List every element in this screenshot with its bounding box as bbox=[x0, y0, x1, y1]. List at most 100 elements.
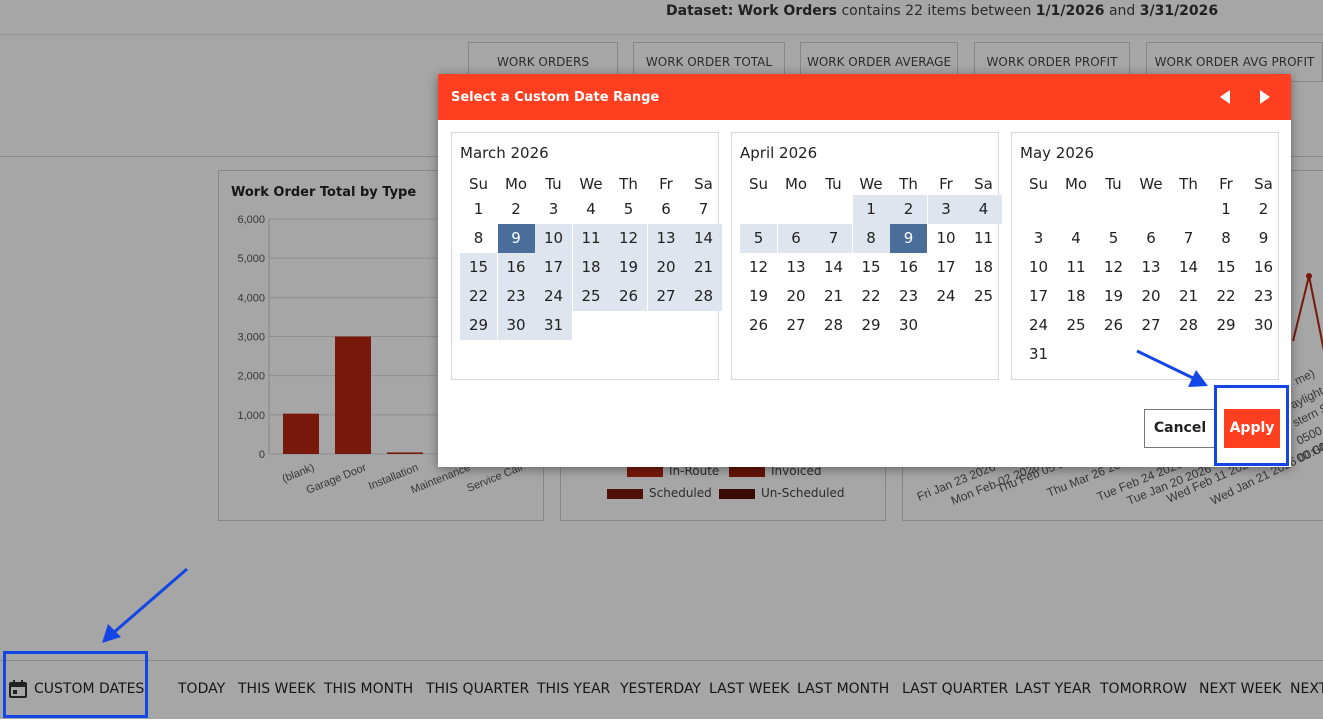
calendar-day[interactable]: 3 bbox=[535, 195, 572, 224]
highlight-apply bbox=[1214, 385, 1289, 466]
calendar-day[interactable]: 26 bbox=[740, 311, 777, 340]
cancel-button[interactable]: Cancel bbox=[1144, 409, 1216, 448]
weekday-header: Th bbox=[899, 175, 918, 193]
calendar-day[interactable]: 23 bbox=[1245, 282, 1282, 311]
calendar-day[interactable]: 22 bbox=[460, 282, 497, 311]
calendar-day[interactable]: 30 bbox=[1245, 311, 1282, 340]
calendar-day[interactable]: 6 bbox=[1133, 224, 1170, 253]
calendar-day[interactable]: 11 bbox=[572, 224, 610, 253]
calendar-day[interactable]: 9 bbox=[890, 224, 927, 253]
calendar-day[interactable]: 25 bbox=[1058, 311, 1095, 340]
calendar-day[interactable]: 10 bbox=[1020, 253, 1057, 282]
calendar-day[interactable]: 17 bbox=[1020, 282, 1057, 311]
calendar-day[interactable]: 9 bbox=[1245, 224, 1282, 253]
calendar-day[interactable]: 5 bbox=[1095, 224, 1132, 253]
calendar-day[interactable]: 22 bbox=[853, 282, 890, 311]
calendar-day[interactable]: 8 bbox=[1208, 224, 1245, 253]
calendar-day[interactable]: 6 bbox=[777, 224, 815, 253]
calendar-day[interactable]: 1 bbox=[460, 195, 497, 224]
calendar-day[interactable]: 24 bbox=[1020, 311, 1057, 340]
calendar-day[interactable]: 15 bbox=[853, 253, 890, 282]
weekday-header: Tu bbox=[825, 175, 842, 193]
calendar-day[interactable]: 22 bbox=[1208, 282, 1245, 311]
highlight-custom-dates bbox=[3, 651, 148, 718]
calendar-day[interactable]: 10 bbox=[928, 224, 965, 253]
calendar-day[interactable]: 19 bbox=[740, 282, 777, 311]
calendar-day[interactable]: 12 bbox=[740, 253, 777, 282]
calendar-day[interactable]: 19 bbox=[1095, 282, 1132, 311]
calendar-day[interactable]: 26 bbox=[1095, 311, 1132, 340]
calendar-day[interactable]: 16 bbox=[890, 253, 927, 282]
calendar-day[interactable]: 30 bbox=[497, 311, 535, 340]
calendar-day[interactable]: 28 bbox=[815, 311, 852, 340]
calendar-day[interactable]: 12 bbox=[1095, 253, 1132, 282]
calendar-day[interactable]: 7 bbox=[685, 195, 722, 224]
calendar-day[interactable]: 10 bbox=[535, 224, 572, 253]
calendar-day[interactable]: 29 bbox=[853, 311, 890, 340]
calendar-day[interactable]: 29 bbox=[1208, 311, 1245, 340]
calendar-day[interactable]: 3 bbox=[927, 195, 965, 224]
calendar-day[interactable]: 18 bbox=[1058, 282, 1095, 311]
weekday-header: Tu bbox=[545, 175, 562, 193]
calendar-day[interactable]: 27 bbox=[1133, 311, 1170, 340]
calendar-day[interactable]: 3 bbox=[1020, 224, 1057, 253]
calendar-day[interactable]: 4 bbox=[1058, 224, 1095, 253]
calendar-day[interactable]: 21 bbox=[685, 253, 722, 282]
calendar-day[interactable]: 31 bbox=[535, 311, 572, 340]
calendar-day[interactable]: 30 bbox=[890, 311, 927, 340]
calendar-day[interactable]: 14 bbox=[815, 253, 852, 282]
calendar-day[interactable]: 18 bbox=[965, 253, 1002, 282]
calendar-day[interactable]: 27 bbox=[647, 282, 685, 311]
calendar-day[interactable]: 5 bbox=[610, 195, 647, 224]
calendar-day[interactable]: 4 bbox=[573, 195, 610, 224]
calendar-day[interactable]: 27 bbox=[778, 311, 815, 340]
calendar-day[interactable]: 26 bbox=[610, 282, 647, 311]
calendar-day[interactable]: 20 bbox=[778, 282, 815, 311]
calendar-day[interactable]: 20 bbox=[647, 253, 685, 282]
calendar-day[interactable]: 15 bbox=[1208, 253, 1245, 282]
calendar-day[interactable]: 1 bbox=[1208, 195, 1245, 224]
calendar-day[interactable]: 8 bbox=[460, 224, 497, 253]
calendar-day[interactable]: 12 bbox=[610, 224, 647, 253]
calendar-day[interactable]: 15 bbox=[460, 253, 497, 282]
calendar-day[interactable]: 6 bbox=[648, 195, 685, 224]
calendar-day[interactable]: 21 bbox=[1170, 282, 1207, 311]
calendar-day[interactable]: 21 bbox=[815, 282, 852, 311]
calendar-day[interactable]: 5 bbox=[740, 224, 777, 253]
calendar-day[interactable]: 28 bbox=[685, 282, 722, 311]
calendar-day[interactable]: 14 bbox=[1170, 253, 1207, 282]
calendar-day[interactable]: 2 bbox=[498, 195, 535, 224]
calendar-day[interactable]: 20 bbox=[1133, 282, 1170, 311]
calendar-day[interactable]: 2 bbox=[1245, 195, 1282, 224]
calendar-day[interactable]: 18 bbox=[572, 253, 610, 282]
calendar-day[interactable]: 25 bbox=[572, 282, 610, 311]
calendar-day[interactable]: 29 bbox=[460, 311, 497, 340]
calendar-day[interactable]: 31 bbox=[1020, 340, 1057, 369]
calendar-day[interactable]: 11 bbox=[1058, 253, 1095, 282]
calendar-day[interactable]: 2 bbox=[890, 195, 927, 224]
calendar-day[interactable]: 14 bbox=[685, 224, 722, 253]
next-month-icon[interactable] bbox=[1253, 86, 1275, 108]
calendar-day[interactable]: 17 bbox=[535, 253, 572, 282]
calendar-day[interactable]: 11 bbox=[965, 224, 1002, 253]
calendar-day[interactable]: 8 bbox=[852, 224, 890, 253]
prev-month-icon[interactable] bbox=[1215, 86, 1237, 108]
calendar-day[interactable]: 13 bbox=[1133, 253, 1170, 282]
calendar-day[interactable]: 13 bbox=[647, 224, 685, 253]
calendar-day[interactable]: 24 bbox=[928, 282, 965, 311]
calendar-day[interactable]: 7 bbox=[1170, 224, 1207, 253]
calendar-day[interactable]: 16 bbox=[497, 253, 535, 282]
calendar-day[interactable]: 28 bbox=[1170, 311, 1207, 340]
calendar-day[interactable]: 9 bbox=[497, 224, 535, 253]
calendar-day[interactable]: 1 bbox=[852, 195, 890, 224]
calendar-day[interactable]: 4 bbox=[965, 195, 1002, 224]
calendar-day[interactable]: 17 bbox=[928, 253, 965, 282]
calendar-day[interactable]: 25 bbox=[965, 282, 1002, 311]
calendar-day[interactable]: 16 bbox=[1245, 253, 1282, 282]
calendar-day[interactable]: 24 bbox=[535, 282, 572, 311]
calendar-day[interactable]: 19 bbox=[610, 253, 647, 282]
calendar-day[interactable]: 7 bbox=[815, 224, 852, 253]
calendar-day[interactable]: 23 bbox=[497, 282, 535, 311]
calendar-day[interactable]: 13 bbox=[778, 253, 815, 282]
calendar-day[interactable]: 23 bbox=[890, 282, 927, 311]
